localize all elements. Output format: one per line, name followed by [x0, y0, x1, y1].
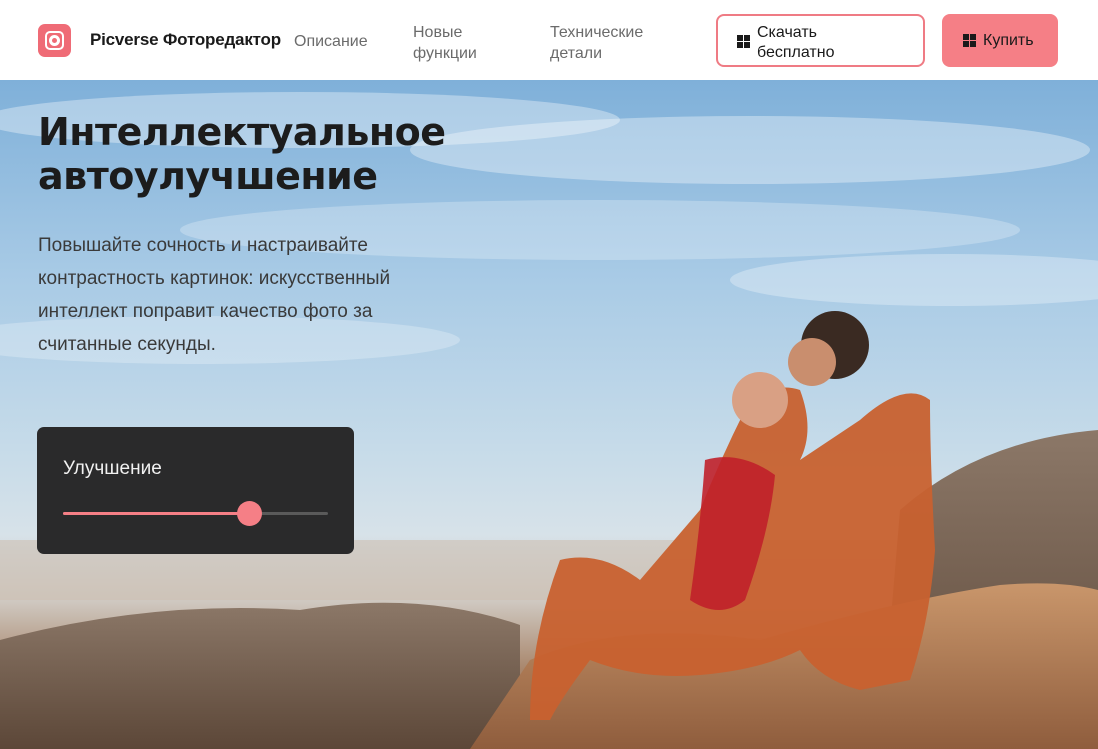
- hero-title: Интеллектуальное автоулучшение: [38, 110, 558, 198]
- buy-button-label: Купить: [983, 32, 1034, 49]
- buy-button[interactable]: Купить: [942, 14, 1058, 67]
- site-header: Picverse Фоторедактор Описание Новые фун…: [0, 0, 1098, 80]
- hero-description-line4: считанные секунды.: [38, 334, 216, 355]
- hero-section: Интеллектуальное автоулучшение Повышайте…: [0, 80, 1098, 749]
- nav-description-label: Описание: [294, 33, 368, 50]
- enhance-slider-fill: [63, 512, 249, 515]
- download-button-label-line2: бесплатно: [757, 44, 835, 61]
- hero-description-line3: интеллект поправит качество фото за: [38, 301, 373, 322]
- windows-icon: [963, 34, 976, 47]
- nav-description[interactable]: Описание: [294, 31, 368, 52]
- hero-title-line1: Интеллектуальное: [38, 110, 446, 154]
- nav-new-features-label-line1: Новые: [413, 24, 463, 41]
- download-free-button[interactable]: Скачать бесплатно: [716, 14, 925, 67]
- enhance-panel: Улучшение: [37, 427, 354, 554]
- nav-technical-details-label-line1: Технические: [550, 24, 644, 41]
- hero-description-line1: Повышайте сочность и настраивайте: [38, 235, 368, 256]
- hero-title-line2: автоулучшение: [38, 154, 378, 198]
- photo-frame-icon[interactable]: [38, 24, 71, 57]
- enhance-label: Улучшение: [63, 458, 162, 479]
- enhance-slider-thumb[interactable]: [236, 501, 262, 526]
- windows-icon: [737, 35, 750, 48]
- nav-new-features-label-line2: функции: [413, 45, 477, 62]
- brand-name[interactable]: Picverse Фоторедактор: [90, 30, 281, 50]
- nav-technical-details-label-line2: детали: [550, 45, 603, 62]
- nav-new-features[interactable]: Новые функции: [413, 22, 523, 64]
- enhance-slider[interactable]: [63, 501, 328, 526]
- nav-technical-details[interactable]: Технические детали: [550, 22, 680, 64]
- hero-description-line2: контрастность картинок: искусственный: [38, 268, 391, 289]
- hero-description: Повышайте сочность и настраивайте контра…: [38, 229, 468, 361]
- download-button-label-line1: Скачать: [757, 24, 817, 41]
